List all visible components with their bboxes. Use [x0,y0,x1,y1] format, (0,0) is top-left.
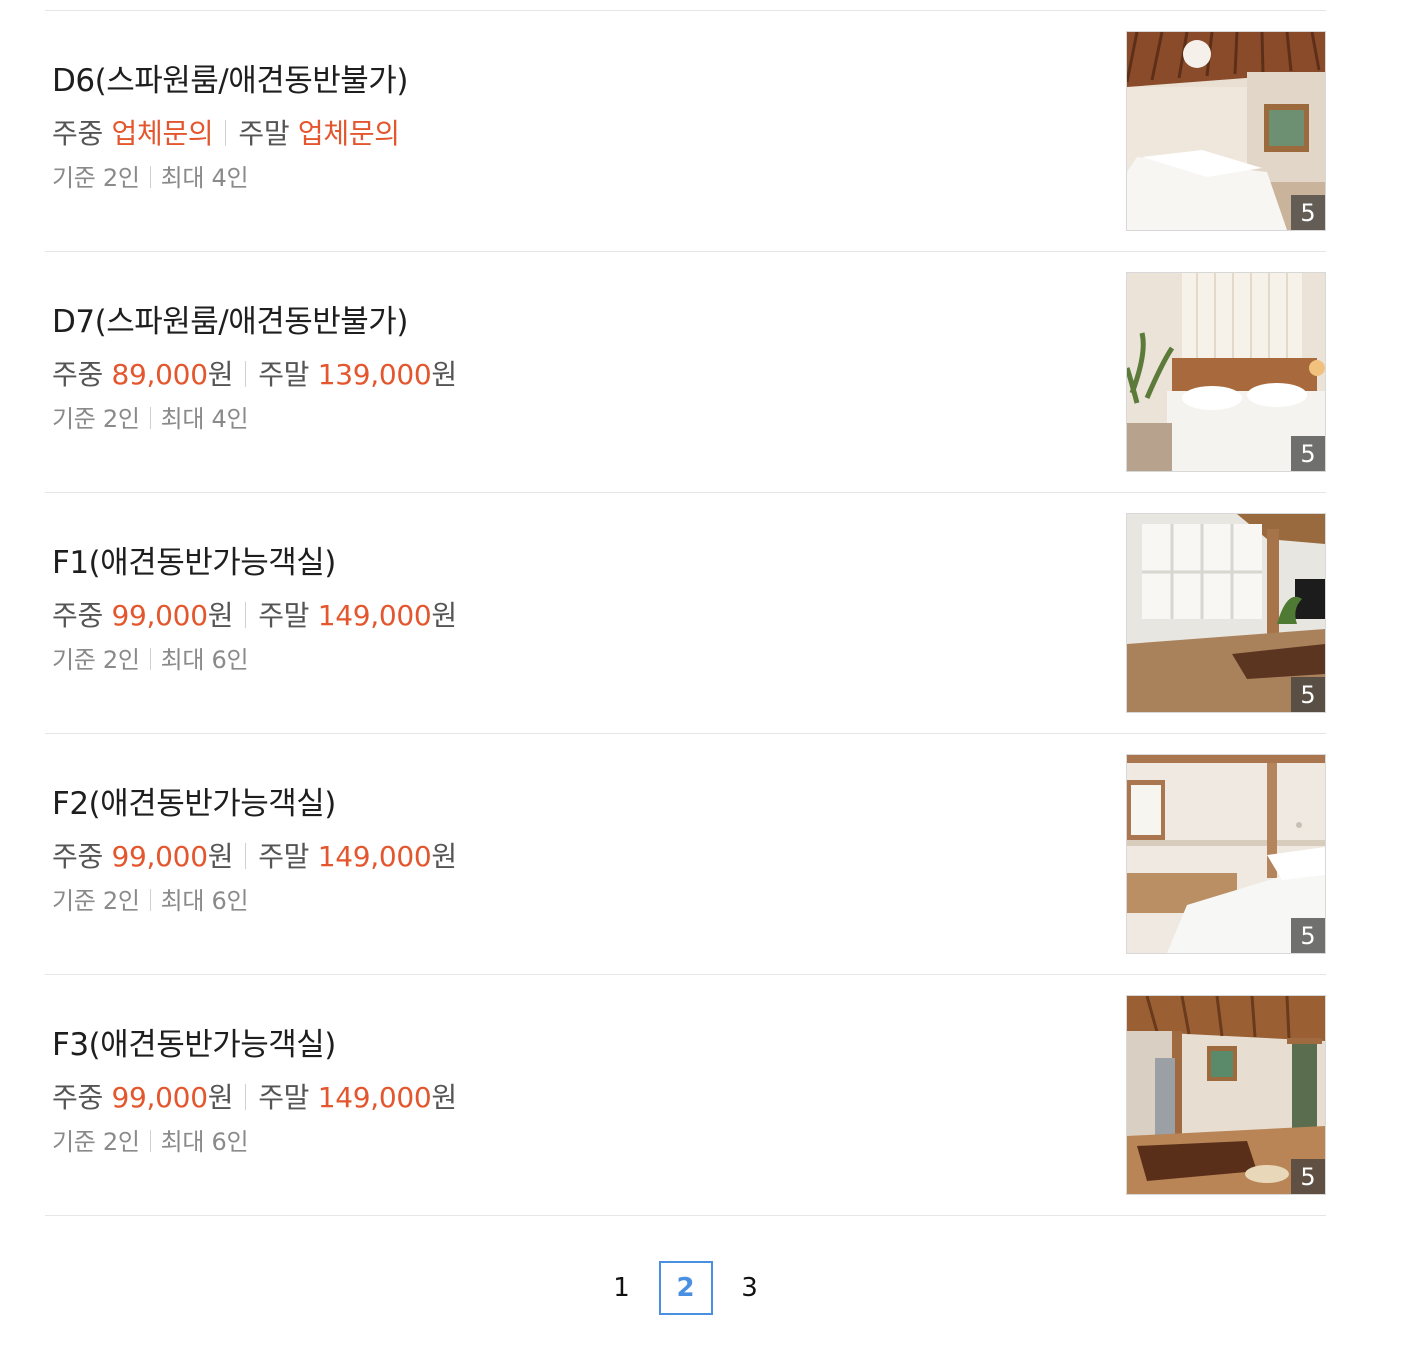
room-item[interactable]: D6(스파원룸/애견동반불가) 주중 업체문의 주말 업체문의 기준 2인 최대 4… [45,11,1326,252]
max-guests: 최대 6인 [160,1128,249,1156]
weekend-unit: 원 [431,840,457,873]
room-name: D7(스파원룸/애견동반불가) [52,304,408,340]
capacity-row: 기준 2인 최대 4인 [52,403,457,435]
divider [225,120,227,146]
room-info: D6(스파원룸/애견동반불가) 주중 업체문의 주말 업체문의 기준 2인 최대 4… [52,59,408,194]
weekend-label: 주말 [258,599,310,632]
divider [149,166,151,188]
room-thumbnail[interactable]: 5 [1126,754,1326,954]
pagination: 123 [0,1261,1371,1315]
room-thumbnail[interactable]: 5 [1126,995,1326,1195]
price-row: 주중 99,000원 주말 149,000원 [52,839,457,875]
room-list-page: D6(스파원룸/애견동반불가) 주중 업체문의 주말 업체문의 기준 2인 최대 4… [0,0,1408,1346]
weekday-price: 99,000 [111,840,208,873]
weekend-label: 주말 [258,358,310,391]
weekend-label: 주말 [258,840,310,873]
price-row: 주중 업체문의 주말 업체문의 [52,116,408,152]
base-guests: 기준 2인 [52,1128,140,1156]
room-name: F1(애견동반가능객실) [52,545,336,581]
divider [149,407,151,429]
base-guests: 기준 2인 [52,405,140,433]
divider [245,843,247,869]
capacity-row: 기준 2인 최대 6인 [52,1126,457,1158]
weekday-label: 주중 [52,117,103,150]
weekend-price: 업체문의 [297,117,400,150]
photo-count-badge: 5 [1291,195,1325,230]
capacity-row: 기준 2인 최대 6인 [52,885,457,917]
room-info: F1(애견동반가능객실) 주중 99,000원 주말 149,000원 기준 2인… [52,541,457,676]
weekday-label: 주중 [52,358,103,391]
weekday-unit: 원 [207,1081,234,1114]
weekday-unit: 원 [207,358,234,391]
page-button-1[interactable]: 1 [595,1261,649,1315]
divider [245,1084,247,1110]
room-name: F2(애견동반가능객실) [52,786,336,822]
page-button-3[interactable]: 3 [723,1261,777,1315]
divider [149,1130,151,1152]
weekday-price: 89,000 [111,358,208,391]
weekend-label: 주말 [258,1081,310,1114]
room-item[interactable]: D7(스파원룸/애견동반불가) 주중 89,000원 주말 139,000원 기준… [45,252,1326,493]
weekday-price: 99,000 [111,599,208,632]
weekend-price: 149,000 [317,840,432,873]
weekend-label: 주말 [238,117,290,150]
price-row: 주중 99,000원 주말 149,000원 [52,1080,457,1116]
weekend-price: 139,000 [317,358,432,391]
room-list: D6(스파원룸/애견동반불가) 주중 업체문의 주말 업체문의 기준 2인 최대 4… [45,10,1326,1216]
weekend-price: 149,000 [317,1081,432,1114]
weekday-price: 99,000 [111,1081,208,1114]
room-thumbnail[interactable]: 5 [1126,272,1326,472]
room-item[interactable]: F3(애견동반가능객실) 주중 99,000원 주말 149,000원 기준 2인… [45,975,1326,1216]
weekday-price: 업체문의 [111,117,214,150]
max-guests: 최대 6인 [160,887,249,915]
photo-count-badge: 5 [1291,918,1325,953]
weekday-unit: 원 [207,599,234,632]
photo-count-badge: 5 [1291,1159,1325,1194]
base-guests: 기준 2인 [52,646,140,674]
weekend-unit: 원 [431,358,457,391]
room-info: F3(애견동반가능객실) 주중 99,000원 주말 149,000원 기준 2인… [52,1023,457,1158]
room-thumbnail[interactable]: 5 [1126,513,1326,713]
base-guests: 기준 2인 [52,164,140,192]
price-row: 주중 89,000원 주말 139,000원 [52,357,457,393]
weekend-price: 149,000 [317,599,432,632]
weekend-unit: 원 [431,1081,457,1114]
weekday-label: 주중 [52,599,103,632]
divider [245,361,247,387]
max-guests: 최대 4인 [160,164,249,192]
weekday-label: 주중 [52,840,103,873]
divider [149,889,151,911]
base-guests: 기준 2인 [52,887,140,915]
divider [245,602,247,628]
photo-count-badge: 5 [1291,436,1325,471]
weekday-label: 주중 [52,1081,103,1114]
weekend-unit: 원 [431,599,457,632]
room-name: D6(스파원룸/애견동반불가) [52,63,408,99]
room-item[interactable]: F1(애견동반가능객실) 주중 99,000원 주말 149,000원 기준 2인… [45,493,1326,734]
page-button-2-current[interactable]: 2 [658,1261,713,1315]
weekday-unit: 원 [207,840,234,873]
room-info: D7(스파원룸/애견동반불가) 주중 89,000원 주말 139,000원 기준… [52,300,457,435]
room-name: F3(애견동반가능객실) [52,1027,336,1063]
room-info: F2(애견동반가능객실) 주중 99,000원 주말 149,000원 기준 2인… [52,782,457,917]
photo-count-badge: 5 [1291,677,1325,712]
max-guests: 최대 6인 [160,646,249,674]
room-thumbnail[interactable]: 5 [1126,31,1326,231]
room-item[interactable]: F2(애견동반가능객실) 주중 99,000원 주말 149,000원 기준 2인… [45,734,1326,975]
max-guests: 최대 4인 [160,405,249,433]
price-row: 주중 99,000원 주말 149,000원 [52,598,457,634]
capacity-row: 기준 2인 최대 4인 [52,162,408,194]
divider [149,648,151,670]
capacity-row: 기준 2인 최대 6인 [52,644,457,676]
